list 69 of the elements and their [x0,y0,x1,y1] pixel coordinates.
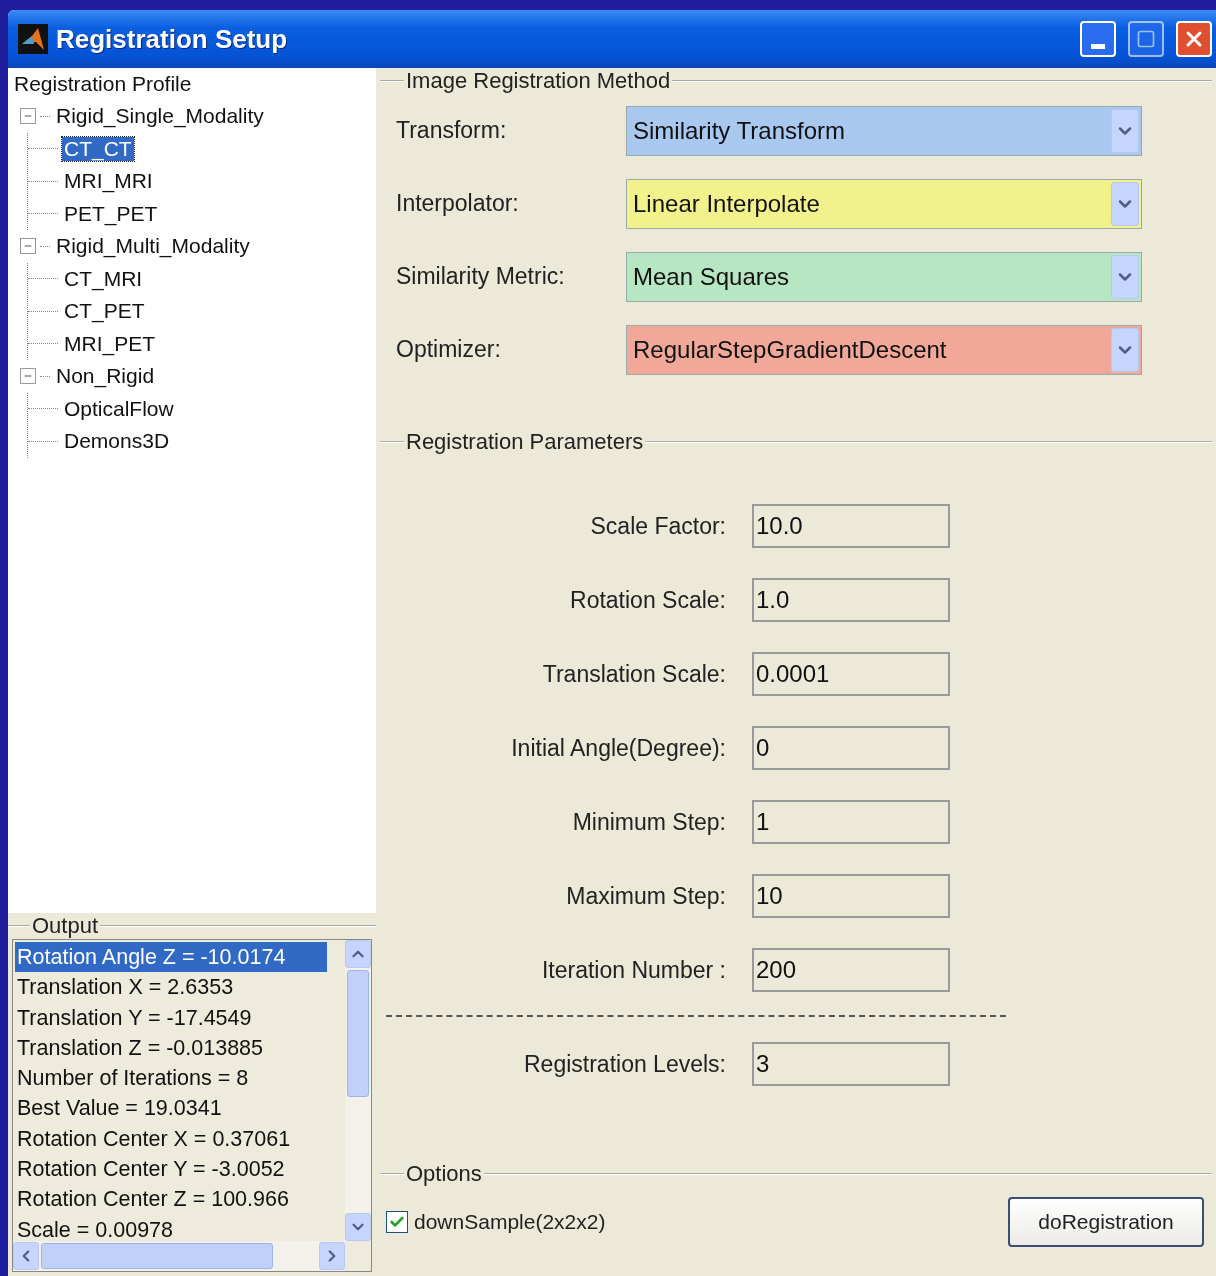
scroll-down-icon[interactable] [345,1213,371,1241]
scroll-up-icon[interactable] [345,940,371,968]
output-line[interactable]: Scale = 0.00978 [15,1214,345,1241]
field-label: Iteration Number : [540,956,726,984]
tree-item[interactable]: Non_Rigid [54,364,157,389]
maximize-button[interactable] [1128,21,1164,57]
tree-item[interactable]: PET_PET [62,201,160,226]
tree-item[interactable]: MRI_PET [62,331,157,356]
scroll-left-icon[interactable] [13,1242,39,1270]
checkbox[interactable] [386,1211,408,1233]
field-label: Translation Scale: [541,660,726,688]
minimize-icon [1091,43,1105,49]
input-field[interactable]: 0 [752,726,950,770]
input-field[interactable]: 0.0001 [752,652,950,696]
dropdown[interactable]: RegularStepGradientDescent [626,324,1142,375]
app-logo-icon [18,24,48,54]
output-line[interactable]: Number of Iterations = 8 [15,1063,345,1094]
checkbox-label: downSample(2x2x2) [414,1210,606,1234]
tree-item[interactable]: Rigid_Multi_Modality [54,234,252,259]
output-line[interactable]: Rotation Center Z = 100.966 [15,1184,345,1215]
field-label: Minimum Step: [571,808,726,836]
scroll-right-icon[interactable] [319,1242,345,1270]
maximize-icon [1136,29,1156,49]
tree-item[interactable]: Rigid_Single_Modality [54,104,266,129]
field-label: Similarity Metric: [396,263,566,290]
output-line[interactable]: Translation Y = -17.4549 [15,1002,345,1033]
input-field[interactable]: 3 [752,1042,950,1086]
registration-button[interactable]: doRegistration [1008,1197,1204,1247]
input-field[interactable]: 200 [752,948,950,992]
input-field[interactable]: 1 [752,800,950,844]
tree-title: Registration Profile [14,72,193,96]
field-label: Maximum Step: [565,882,726,910]
input-field[interactable]: 10 [752,874,950,918]
input-field[interactable]: 1.0 [752,578,950,622]
field-label: Interpolator: [396,190,520,217]
dropdown[interactable]: Mean Squares [626,251,1142,302]
output-line[interactable]: Best Value = 19.0341 [15,1093,345,1124]
field-label: Transform: [396,117,508,144]
tree-item[interactable]: CT_CT [62,136,134,161]
collapse-icon[interactable] [20,108,36,125]
output-line[interactable]: Rotation Center Y = -3.0052 [15,1154,345,1185]
window-title: Registration Setup [56,23,289,55]
tree-item[interactable]: MRI_MRI [62,169,155,194]
tree-item[interactable]: OpticalFlow [62,396,176,421]
minimize-button[interactable] [1080,21,1116,57]
check-icon [389,1214,405,1230]
group-title: Image Registration Method [405,68,672,94]
group-title: Registration Parameters [405,429,645,455]
collapse-icon[interactable] [20,238,36,255]
field-label: Optimizer: [396,336,502,363]
field-label: Scale Factor: [589,512,726,540]
horizontal-scrollbar[interactable] [13,1241,345,1271]
output-line[interactable]: Translation X = 2.6353 [15,972,345,1003]
input-field[interactable]: 10.0 [752,504,950,548]
group-title: Options [405,1161,483,1187]
tree-item[interactable]: CT_MRI [62,266,145,291]
output-line[interactable]: Translation Z = -0.013885 [15,1032,345,1064]
tree-item[interactable]: CT_PET [62,299,147,324]
dropdown[interactable]: Linear Interpolate [626,178,1142,229]
field-label: Initial Angle(Degree): [510,734,726,762]
output-line[interactable]: Rotation Center X = 0.37061 [15,1123,345,1155]
collapse-icon[interactable] [20,368,36,385]
close-button[interactable] [1176,21,1212,57]
field-label: Registration Levels: [523,1050,726,1078]
group-title: Output [31,913,100,939]
field-label: Rotation Scale: [569,586,726,614]
tree-item[interactable]: Demons3D [62,429,172,454]
dropdown[interactable]: Similarity Transform [626,105,1142,156]
vertical-scrollbar[interactable] [345,940,371,1241]
